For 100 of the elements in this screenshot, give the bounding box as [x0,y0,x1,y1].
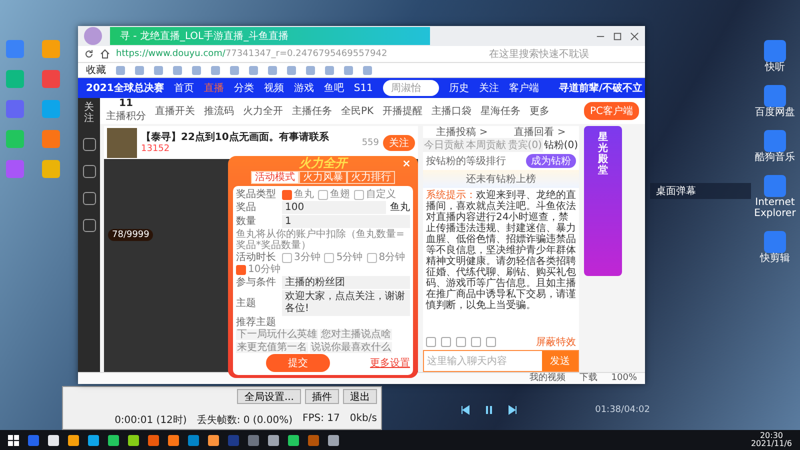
toolbar-button[interactable]: 开播提醒 [382,104,423,118]
header-link[interactable]: 客户端 [508,81,539,95]
reload-icon[interactable] [84,49,94,59]
desktop-app-icon[interactable] [764,40,786,62]
bookmark-icon[interactable] [135,66,144,74]
desktop-app-icon[interactable] [6,130,24,148]
header-link[interactable]: 关注 [478,81,499,95]
desktop-app-icon[interactable] [6,100,24,118]
count-field[interactable]: 1 [282,215,410,228]
toolbar-button[interactable]: 全民PK [341,104,374,118]
taskbar-app-icon[interactable] [268,434,279,446]
taskbar-app-icon[interactable] [208,434,219,446]
bookmark-icon[interactable] [287,66,296,74]
checkbox[interactable] [366,252,377,262]
toolbar-button[interactable]: 火力全开 [243,104,283,118]
rank-tab[interactable]: 钻粉(0) [542,138,580,152]
desktop-icon-label[interactable]: 快剪辑 [760,253,790,264]
obs-button[interactable]: 退出 [343,389,377,404]
condition-dropdown[interactable]: 主播的粉丝团 [282,276,410,289]
taskbar-app-icon[interactable] [68,434,79,446]
bookmark-icon[interactable] [211,66,220,74]
nav-link[interactable]: 鱼吧 [324,81,344,95]
checkbox[interactable] [236,264,246,274]
become-fan-button[interactable]: 成为钻粉 [526,154,576,168]
desktop-app-icon[interactable] [42,160,60,178]
promo-banner[interactable]: 星光殿堂 [584,126,622,276]
bookmark-icon[interactable] [192,66,201,74]
bookmark-icon[interactable] [306,66,315,74]
toolbar-button[interactable]: 推流码 [204,104,234,118]
checkbox[interactable] [282,190,292,200]
toolbar-button[interactable]: 星海任务 [480,104,521,118]
topic-field[interactable]: 欢迎大家，点点关注，谢谢各位! [282,290,410,316]
bookmark-item[interactable]: 收藏 [86,63,106,77]
username[interactable]: 寻道前辈/不破不立 [558,81,643,95]
desktop-app-icon[interactable] [42,130,60,148]
more-settings-link[interactable]: 更多设置 [370,358,410,368]
desktop-icon-label[interactable]: 快听 [765,62,785,73]
desktop-app-icon[interactable] [42,40,60,58]
desktop-icon-label[interactable]: 百度网盘 [755,107,795,118]
checkbox[interactable] [282,252,292,262]
field-label: 参与条件 [236,277,277,288]
toolbar-button[interactable]: 主播任务 [292,104,332,118]
bookmark-icon[interactable] [173,66,182,74]
sidebar-icon[interactable] [82,219,96,232]
desktop-icon-label[interactable]: 酷狗音乐 [755,152,795,163]
checkbox[interactable] [354,190,364,200]
bookmark-icon[interactable] [116,66,125,74]
pause-icon[interactable] [484,404,494,416]
taskbar-app-icon[interactable] [288,434,299,446]
checkbox[interactable] [324,252,334,262]
sidebar-icon[interactable] [82,165,96,178]
sidebar-item[interactable]: 关注 [84,102,94,124]
nav-link[interactable]: 视频 [264,81,284,95]
obs-button[interactable]: 插件 [305,389,339,404]
panel-link[interactable]: 主播投稿 > [436,125,488,139]
bookmark-icon[interactable] [344,66,353,74]
dialog-tab[interactable]: 活动模式 [251,171,299,184]
windows-logo-icon[interactable] [8,434,19,446]
header-link[interactable]: 历史 [448,81,469,95]
taskbar-app-icon[interactable] [108,434,119,446]
toolbar-button[interactable]: 更多 [530,104,550,118]
desktop-app-icon[interactable] [42,100,60,118]
taskbar-app-icon[interactable] [88,434,99,446]
taskbar-app-icon[interactable] [328,434,339,446]
bookmark-icon[interactable] [230,66,239,74]
desktop-app-icon[interactable] [764,231,786,253]
previous-icon[interactable] [460,404,470,416]
nav-link[interactable]: 分类 [234,81,254,95]
panel-link[interactable]: 直播回看 > [514,125,566,139]
site-logo[interactable]: 2021全球总决赛 [86,81,164,95]
prize-field[interactable]: 100 [282,201,386,214]
taskbar-app-icon[interactable] [168,434,179,446]
bookmark-icon[interactable] [363,66,372,74]
nav-link[interactable]: S11 [354,82,373,94]
status-item[interactable]: 100% [611,373,637,384]
nav-link[interactable]: 首页 [174,81,194,95]
home-icon[interactable] [100,49,110,59]
checkbox[interactable] [318,190,328,200]
bookmark-icon[interactable] [325,66,334,74]
bookmark-icon[interactable] [154,66,163,74]
toolbar-button[interactable]: 直播开关 [155,104,195,118]
sidebar-icon[interactable] [82,192,96,205]
taskbar-app-icon[interactable] [128,434,139,446]
toolbar-button[interactable]: 主播口袋 [432,104,472,118]
status-item[interactable]: 下载 [579,373,598,384]
taskbar-app-icon[interactable] [48,434,59,446]
close-icon[interactable] [630,32,639,40]
next-icon[interactable] [508,404,518,416]
sidebar-icon[interactable] [82,138,96,151]
maximize-icon[interactable] [613,32,622,40]
bookmark-icon[interactable] [249,66,258,74]
desktop-app-icon[interactable] [764,175,786,197]
bookmark-icon[interactable] [268,66,277,74]
status-item[interactable]: 我的视频 [529,373,566,384]
desktop-app-icon[interactable] [764,85,786,107]
desktop-app-icon[interactable] [764,130,786,152]
obs-button[interactable]: 全局设置... [237,389,301,404]
nav-link[interactable]: 游戏 [294,81,314,95]
desktop-icon-label[interactable]: Internet Explorer [752,197,798,219]
desktop-app-icon[interactable] [6,40,24,58]
